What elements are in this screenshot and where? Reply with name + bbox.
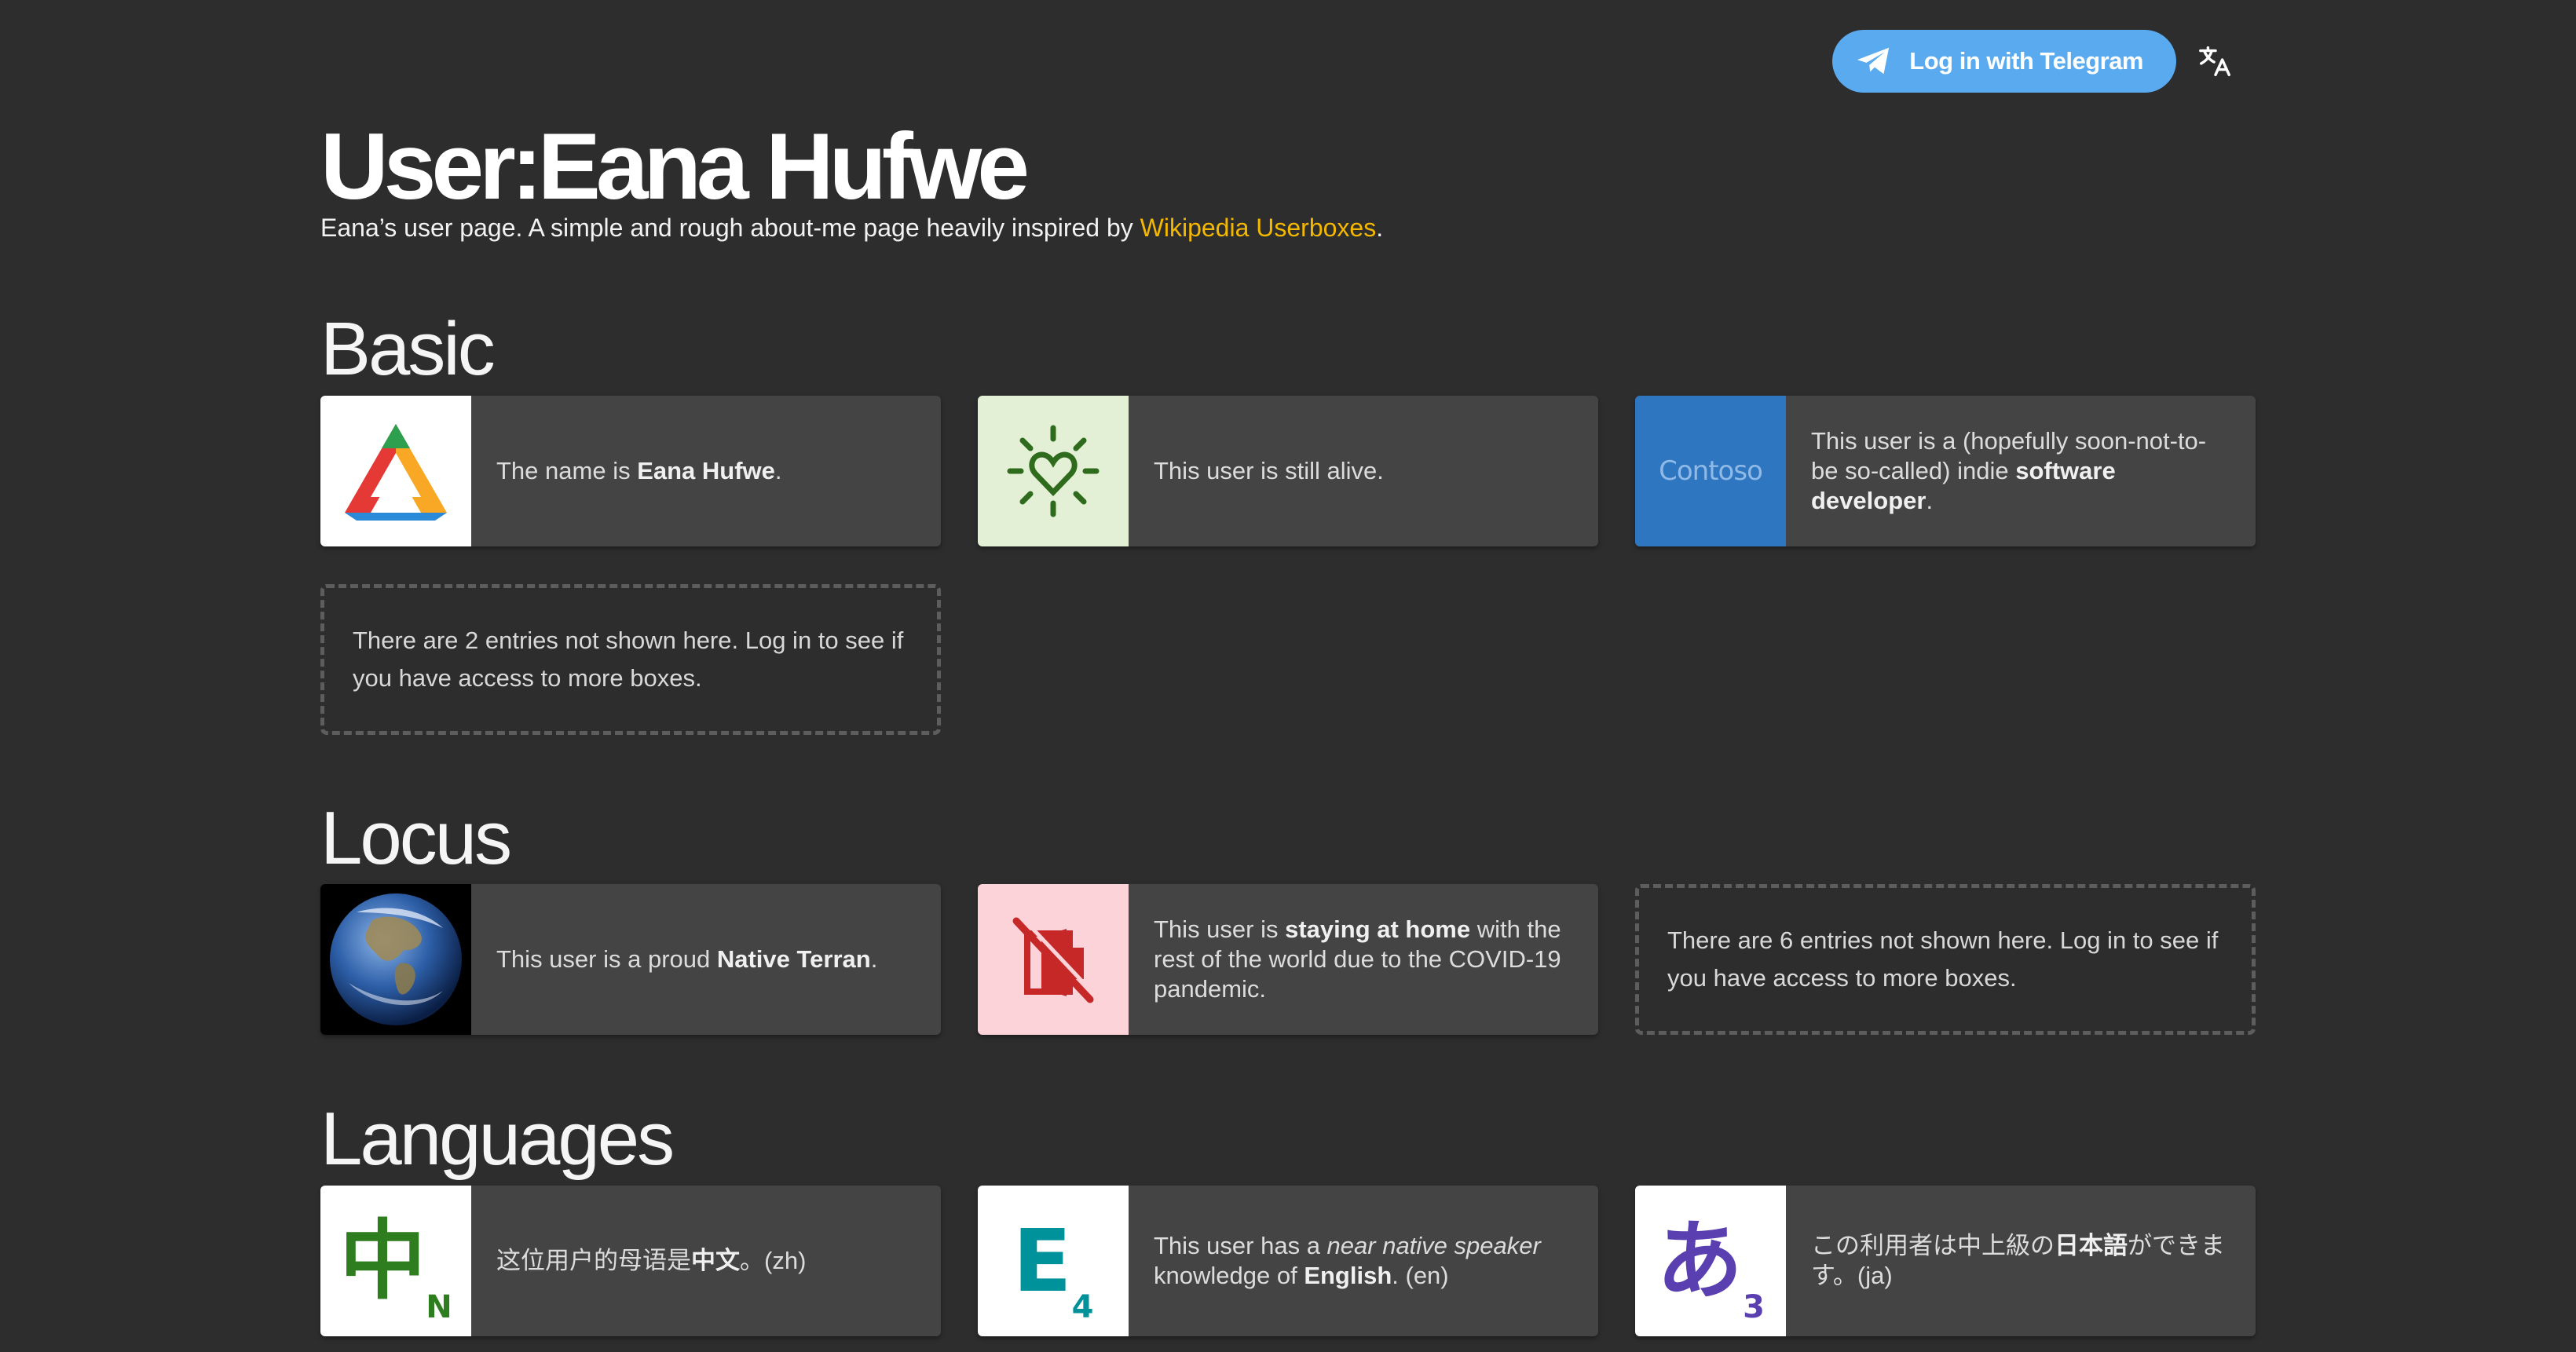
text-italic: near native speaker: [1326, 1232, 1541, 1259]
triangle-logo-icon: [320, 396, 471, 546]
section-title-locus: Locus: [320, 796, 512, 880]
text-part: .: [870, 945, 878, 973]
userbox-developer: Contoso This user is a (hopefully soon-n…: [1635, 396, 2256, 546]
text-bold: 中文: [691, 1247, 740, 1274]
text-part: This user is: [1154, 915, 1286, 943]
page-subtitle: Eana’s user page. A simple and rough abo…: [320, 214, 1383, 243]
text-part: 这位用户的母语是: [496, 1247, 691, 1274]
text-part: This user is a (hopefully soon-not-to-be…: [1811, 427, 2207, 484]
userbox-text: The name is Eana Hufwe.: [471, 396, 941, 546]
page-title: User:Eana Hufwe: [320, 114, 1030, 219]
languages-boxes: 中 N 这位用户的母语是中文。(zh) E 4 This user has a …: [320, 1186, 2256, 1336]
section-title-basic: Basic: [320, 307, 496, 391]
userbox-lang-zh: 中 N 这位用户的母语是中文。(zh): [320, 1186, 941, 1336]
text-part: 。(zh): [740, 1247, 807, 1274]
no-exit-icon: [978, 884, 1129, 1035]
text-part: This user is a proud: [496, 945, 717, 973]
text-bold: 日本語: [2055, 1232, 2128, 1259]
hidden-entries-text: There are 2 entries not shown here. Log …: [353, 627, 904, 692]
en-level-4-icon: E 4: [978, 1186, 1129, 1336]
text-part: .: [1926, 487, 1934, 514]
login-telegram-button[interactable]: Log in with Telegram: [1832, 30, 2176, 93]
userbox-text: This user is a (hopefully soon-not-to-be…: [1786, 396, 2256, 546]
userbox-text: This user is a proud Native Terran.: [471, 884, 941, 1035]
userbox-alive: This user is still alive.: [978, 396, 1598, 546]
userbox-text: This user is still alive.: [1129, 396, 1598, 546]
userbox-text: This user is staying at home with the re…: [1129, 884, 1598, 1035]
text-part: knowledge of: [1154, 1262, 1304, 1289]
text-part: .: [774, 457, 782, 484]
section-title-languages: Languages: [320, 1097, 675, 1181]
wikipedia-userboxes-link[interactable]: Wikipedia Userboxes: [1140, 214, 1377, 242]
contoso-logo-text: Contoso: [1659, 455, 1763, 487]
userbox-stay-home: This user is staying at home with the re…: [978, 884, 1598, 1035]
text-bold: staying at home: [1285, 915, 1471, 943]
text-part: . (en): [1392, 1262, 1449, 1289]
en-glyph: E: [1012, 1211, 1072, 1311]
subtitle-text: Eana’s user page. A simple and rough abo…: [320, 214, 1140, 242]
login-telegram-label: Log in with Telegram: [1909, 47, 2143, 75]
translate-icon: [2199, 46, 2230, 76]
earth-icon: [320, 884, 471, 1035]
heart-sun-icon: [978, 396, 1129, 546]
locus-boxes: This user is a proud Native Terran. This…: [320, 884, 2256, 1035]
text-bold: Eana Hufwe: [637, 457, 775, 484]
ja-glyph: あ: [1656, 1211, 1744, 1311]
top-bar: Log in with Telegram: [1832, 30, 2234, 93]
userbox-name: The name is Eana Hufwe.: [320, 396, 941, 546]
text-bold: Native Terran: [716, 945, 871, 973]
en-level: 4: [1071, 1289, 1094, 1325]
telegram-icon: [1857, 47, 1890, 75]
userbox-terran: This user is a proud Native Terran.: [320, 884, 941, 1035]
language-button[interactable]: [2197, 42, 2234, 80]
hidden-entries-note: There are 2 entries not shown here. Log …: [320, 584, 941, 735]
text-bold: English: [1304, 1262, 1392, 1289]
text-part: This user is still alive.: [1154, 457, 1384, 484]
zh-level: N: [426, 1289, 452, 1325]
text-part: This user has a: [1154, 1232, 1327, 1259]
zh-glyph: 中: [339, 1211, 426, 1311]
userbox-lang-en: E 4 This user has a near native speaker …: [978, 1186, 1598, 1336]
hidden-entries-text: There are 6 entries not shown here. Log …: [1667, 926, 2219, 992]
text-part: The name is: [496, 457, 638, 484]
zh-native-icon: 中 N: [320, 1186, 471, 1336]
hidden-entries-note: There are 6 entries not shown here. Log …: [1635, 884, 2256, 1035]
text-part: この利用者は中上級の: [1811, 1232, 2055, 1259]
ja-level-3-icon: あ 3: [1635, 1186, 1786, 1336]
basic-boxes: The name is Eana Hufwe. This user is sti…: [320, 396, 2256, 735]
userbox-lang-ja: あ 3 この利用者は中上級の日本語ができます。(ja): [1635, 1186, 2256, 1336]
ja-level: 3: [1743, 1289, 1765, 1325]
contoso-logo-icon: Contoso: [1635, 396, 1786, 546]
subtitle-period: .: [1376, 214, 1384, 242]
userbox-text: This user has a near native speaker know…: [1129, 1186, 1598, 1336]
userbox-text: 这位用户的母语是中文。(zh): [471, 1186, 941, 1336]
userbox-text: この利用者は中上級の日本語ができます。(ja): [1786, 1186, 2256, 1336]
